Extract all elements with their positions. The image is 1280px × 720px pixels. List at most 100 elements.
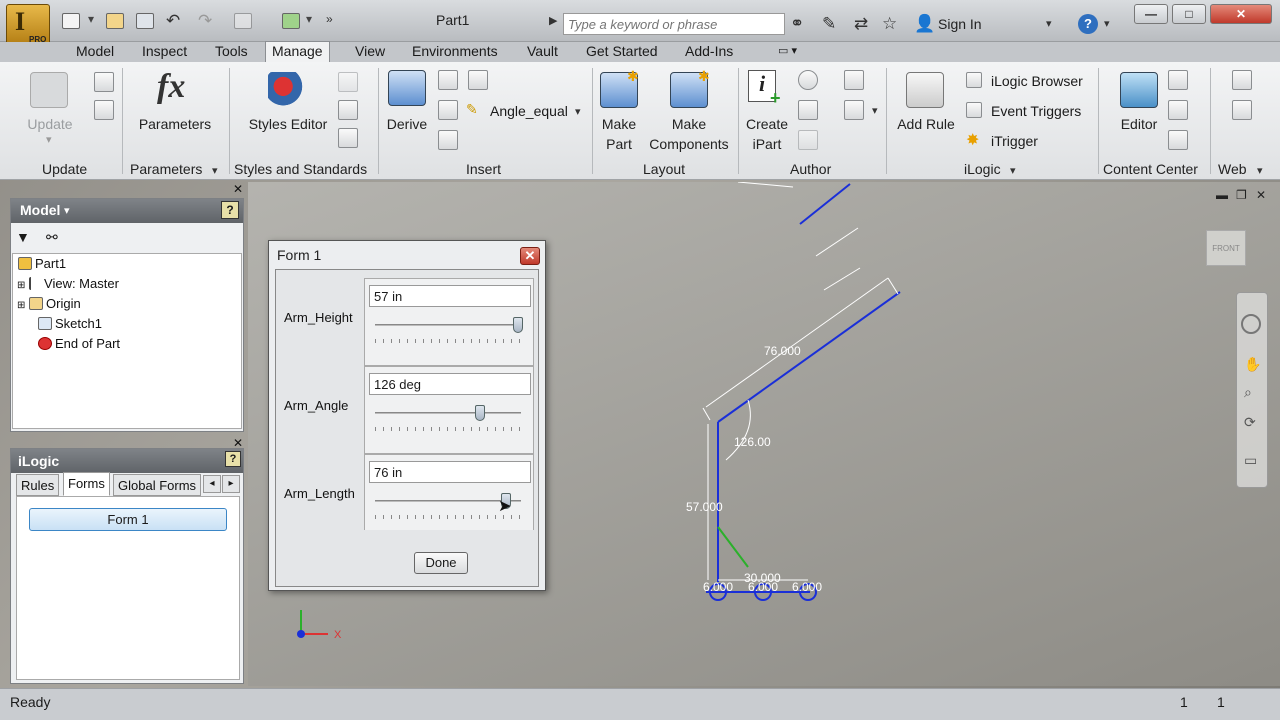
expand-icon[interactable]: ⊞ [17,300,25,311]
tree-item-origin[interactable]: ⊞ Origin [17,296,81,311]
author-check-icon[interactable] [844,100,864,120]
tab-model[interactable]: Model [70,42,120,62]
update-quick-icon[interactable] [282,13,300,29]
dim-wheel1-text[interactable]: 6.000 [703,580,733,594]
ilogic-tab-forms[interactable]: Forms [63,472,110,496]
create-ipart-button[interactable]: Create iPart [742,114,792,154]
find-binoculars-icon[interactable]: ⚯ [46,229,58,246]
arm-height-slider-track[interactable] [375,324,521,326]
tab-get-started[interactable]: Get Started [580,42,664,62]
tab-add-ins[interactable]: Add-Ins [679,42,739,62]
tools-icon[interactable] [94,72,114,92]
event-triggers-button[interactable]: Event Triggers [991,103,1081,119]
author-disabled-icon[interactable] [798,130,818,150]
parameters-panel-dropdown-icon[interactable]: ▾ [212,164,218,177]
search-input[interactable] [563,13,785,35]
angle-dropdown-arrow-icon[interactable]: ▾ [575,105,581,118]
restore-button[interactable]: □ [1172,4,1206,24]
style-library-icon[interactable] [338,72,358,92]
parameters-button[interactable]: Parameters [132,114,218,134]
redo-icon[interactable]: ↷ [198,11,212,31]
arm-height-input[interactable]: 57 in [369,285,531,307]
qa-more-icon[interactable]: » [326,12,333,26]
tab-scroll-left-icon[interactable]: ◂ [203,475,221,493]
expand-icon[interactable]: ⊞ [17,280,25,291]
derive-button[interactable]: Derive [382,114,432,134]
author-export-icon[interactable] [798,100,818,120]
tab-inspect[interactable]: Inspect [136,42,193,62]
open-icon[interactable] [106,13,124,29]
cc-publish-icon[interactable] [1168,70,1188,90]
web-eraser-icon[interactable] [1232,100,1252,120]
arm-angle-slider-track[interactable] [375,412,521,414]
new-dropdown-icon[interactable]: ▾ [88,12,94,26]
update-dropdown-icon[interactable]: ▾ [46,133,52,146]
web-launch-icon[interactable] [1232,70,1252,90]
ilogic-browser-button[interactable]: iLogic Browser [991,73,1083,89]
return-icon[interactable] [234,13,252,29]
star-icon[interactable]: ☆ [882,14,897,34]
dim-wheel2-text[interactable]: 6.000 [748,580,778,594]
dim-angle-text[interactable]: 126.00 [734,435,771,449]
tab-tools[interactable]: Tools [209,42,254,62]
arm-angle-slider-thumb[interactable] [475,405,486,421]
angle-equal-dropdown[interactable]: Angle_equal [490,103,568,119]
tree-item-sketch1[interactable]: Sketch1 [38,316,102,331]
add-rule-button[interactable]: Add Rule [890,114,962,134]
update-styles-icon[interactable] [338,100,358,120]
styles-editor-button[interactable]: Styles Editor [240,114,336,134]
filter-icon[interactable]: ▼ [16,229,30,245]
model-title-dropdown-icon[interactable]: ▾ [64,204,70,217]
dim-length-text[interactable]: 76.000 [764,344,801,358]
sketch-constraint-line[interactable] [717,526,749,568]
insert-attach-icon[interactable] [438,100,458,120]
exchange-icon[interactable]: ⇄ [854,14,868,34]
editor-button[interactable]: Editor [1112,114,1166,134]
sketch-arm-line[interactable] [717,291,901,423]
cc-table-icon[interactable] [1168,130,1188,150]
update-button[interactable]: Update [18,114,82,134]
undo-icon[interactable]: ↶ [166,11,180,31]
binoculars-icon[interactable]: ⚭ [790,14,804,34]
make-part-button[interactable]: Make Part [596,114,642,154]
help-dropdown-icon[interactable]: ▾ [1104,17,1110,30]
tab-vault[interactable]: Vault [521,42,564,62]
dialog-close-button[interactable]: ✕ [520,247,540,265]
ilogic-tab-global-forms[interactable]: Global Forms [113,474,202,496]
tab-scroll-right-icon[interactable]: ▸ [222,475,240,493]
ilogic-tab-rules[interactable]: Rules [16,474,60,496]
scale-icon[interactable] [94,100,114,120]
done-button[interactable]: Done [414,552,468,574]
insert-import-icon[interactable] [468,70,488,90]
dim-height-text[interactable]: 57.000 [686,500,723,514]
tab-environments[interactable]: Environments [406,42,504,62]
sketch-geometry[interactable] [706,183,901,601]
tree-item-end-of-part[interactable]: End of Part [38,336,120,351]
model-pane-close-icon[interactable]: ✕ [233,182,243,196]
cc-connect-icon[interactable] [1168,100,1188,120]
web-panel-dropdown-icon[interactable]: ▾ [1257,164,1263,177]
compass-icon[interactable] [798,70,818,90]
ribbon-options-icon[interactable]: ▭ ▾ [772,42,803,62]
author-dropdown-icon[interactable]: ▾ [872,104,878,117]
ilogic-help-icon[interactable]: ? [225,451,241,467]
search-expand-icon[interactable]: ▶ [549,14,557,27]
make-components-button[interactable]: Make Components [644,114,734,154]
insert-link-icon[interactable] [438,130,458,150]
quick-dropdown-icon[interactable]: ▾ [306,12,312,26]
purge-styles-icon[interactable] [338,128,358,148]
form1-button[interactable]: Form 1 [29,508,227,531]
itrigger-button[interactable]: iTrigger [991,133,1038,149]
model-browser-title[interactable]: Model [20,202,60,218]
tab-view[interactable]: View [349,42,391,62]
sign-in-button[interactable]: Sign In [938,16,982,32]
close-window-button[interactable]: ✕ [1210,4,1272,24]
tree-item-part1[interactable]: Part1 [18,256,66,271]
arm-angle-input[interactable]: 126 deg [369,373,531,395]
minimize-button[interactable]: — [1134,4,1168,24]
sketch-arm-ghost-line[interactable] [799,183,851,225]
tree-item-view-master[interactable]: ⊞ View: Master [17,276,119,291]
ilogic-panel-dropdown-icon[interactable]: ▾ [1010,164,1016,177]
new-icon[interactable] [62,13,80,29]
arm-length-input[interactable]: 76 in [369,461,531,483]
